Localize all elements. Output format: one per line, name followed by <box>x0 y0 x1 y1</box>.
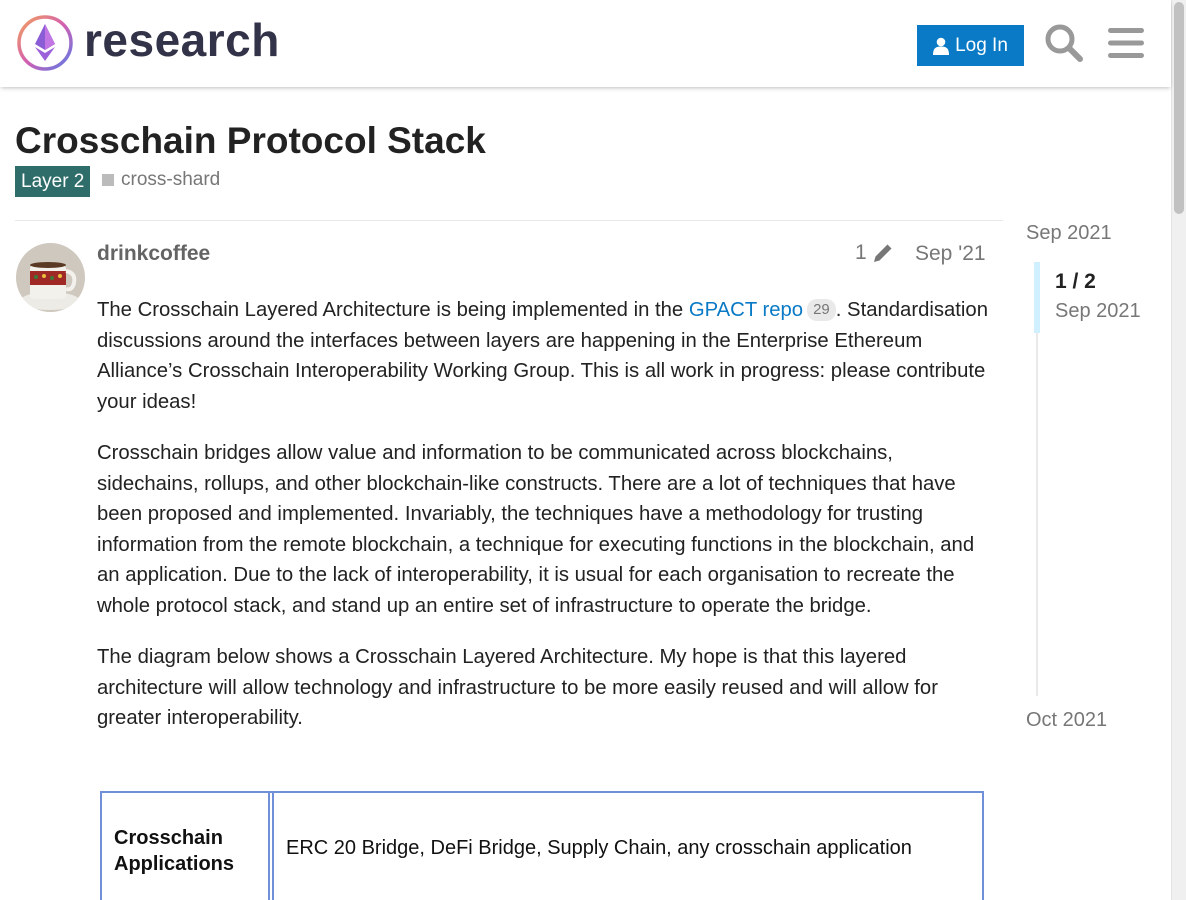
architecture-diagram-image[interactable]: Crosschain Applications ERC 20 Bridge, D… <box>100 791 984 900</box>
login-label: Log In <box>955 34 1008 56</box>
timeline-position-date: Sep 2021 <box>1055 300 1141 322</box>
logo-text: research <box>84 14 280 66</box>
site-logo[interactable]: research <box>16 14 280 72</box>
post-paragraph: Crosschain bridges allow value and infor… <box>97 442 975 617</box>
hamburger-menu-icon <box>1108 28 1144 58</box>
hamburger-menu-button[interactable] <box>1104 20 1148 66</box>
avatar[interactable] <box>16 243 85 312</box>
link-click-count: 29 <box>807 299 836 321</box>
coffee-cup-avatar-icon <box>16 243 85 312</box>
post-edit-history[interactable]: 1 <box>855 241 895 265</box>
topic-tag[interactable]: cross-shard <box>102 169 220 191</box>
category-badge[interactable]: Layer 2 <box>15 166 91 197</box>
timeline-start-date[interactable]: Sep 2021 <box>1026 222 1112 245</box>
edit-count: 1 <box>855 241 867 264</box>
diagram-layer-description: ERC 20 Bridge, DeFi Bridge, Supply Chain… <box>272 793 982 900</box>
post-divider <box>15 220 1003 221</box>
post-date[interactable]: Sep '21 <box>915 242 986 266</box>
pencil-icon <box>873 242 893 262</box>
ethereum-research-logo-icon <box>17 15 73 71</box>
scrollbar-thumb[interactable] <box>1174 2 1184 214</box>
site-header: research Log In <box>0 0 1171 87</box>
search-icon <box>1045 24 1083 62</box>
post-paragraph: The Crosschain Layered Architecture is b… <box>97 295 997 417</box>
login-button[interactable]: Log In <box>917 25 1024 66</box>
timeline-position: 1 / 2 <box>1055 270 1096 293</box>
timeline-handle[interactable] <box>1034 262 1040 333</box>
post-paragraph: The diagram below shows a Crosschain Lay… <box>97 646 938 729</box>
timeline-end-date[interactable]: Oct 2021 <box>1026 709 1107 732</box>
search-button[interactable] <box>1042 20 1086 66</box>
paragraph-text: The Crosschain Layered Architecture is b… <box>97 299 689 321</box>
post-username[interactable]: drinkcoffee <box>97 242 210 266</box>
topic-title[interactable]: Crosschain Protocol Stack <box>15 120 486 162</box>
page-scrollbar[interactable] <box>1171 0 1186 900</box>
tag-square-icon <box>102 174 114 186</box>
diagram-layer-name: Crosschain Applications <box>102 793 270 900</box>
post-body: The Crosschain Layered Architecture is b… <box>97 295 997 755</box>
user-icon <box>933 37 950 55</box>
tag-label: cross-shard <box>121 169 221 190</box>
gpact-repo-link[interactable]: GPACT repo <box>689 299 803 321</box>
